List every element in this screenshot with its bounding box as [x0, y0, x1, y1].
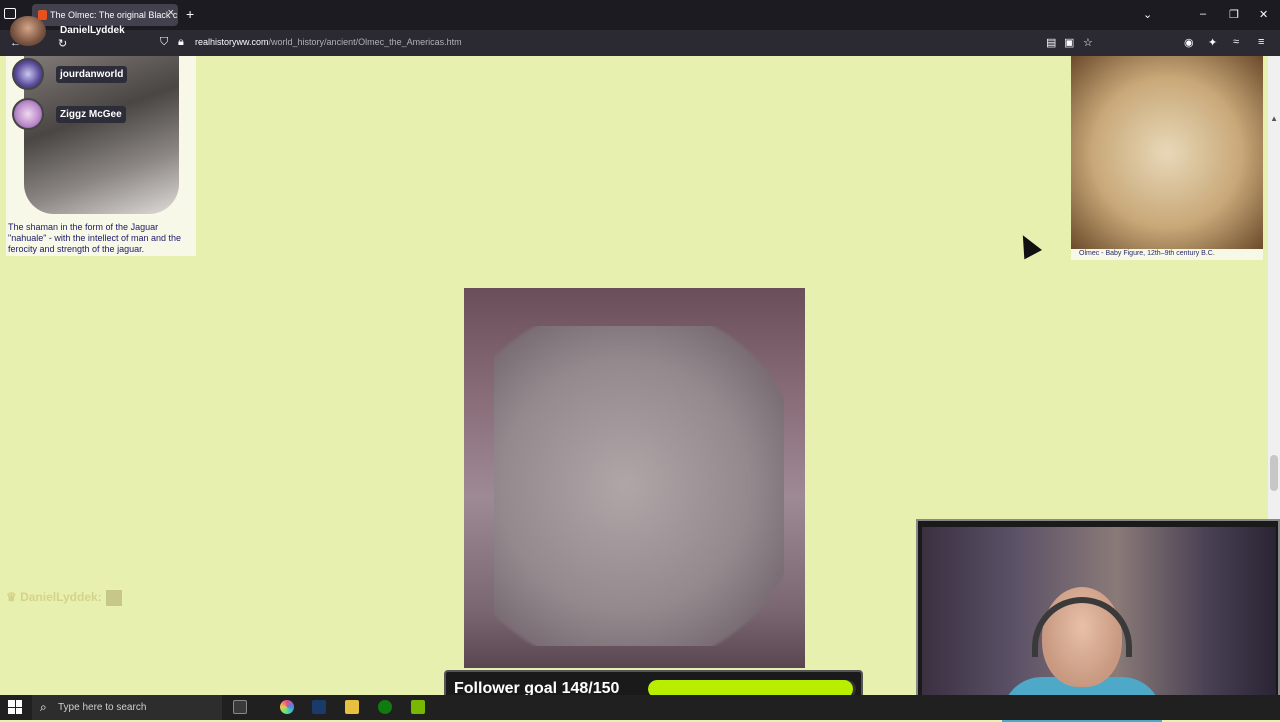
scroll-thumb[interactable] [1270, 455, 1278, 491]
xbox-icon[interactable] [378, 700, 392, 714]
file-explorer-icon[interactable] [345, 700, 359, 714]
faded-chat-line: ♛ DanielLyddek: [6, 590, 122, 606]
windows-taskbar: ⌕ Type here to search [0, 695, 1280, 720]
active-tab[interactable]: The Olmec: The original Black c × [32, 4, 178, 26]
copilot-icon[interactable] [280, 700, 294, 714]
url-domain: realhistoryww.com [195, 37, 269, 47]
extension-icon[interactable]: ≈ [1233, 36, 1239, 48]
task-view-icon[interactable] [233, 700, 247, 714]
chat-avatar [12, 58, 44, 90]
browser-tab-bar: The Olmec: The original Black c × + ⌄ – … [0, 0, 1280, 30]
taskbar-search-box[interactable]: ⌕ Type here to search [32, 695, 222, 720]
stela-carving [494, 326, 784, 646]
search-icon: ⌕ [40, 700, 47, 714]
lock-icon[interactable]: 🔒︎ [178, 36, 184, 49]
baby-figure: Olmec - Baby Figure, 12th–9th century B.… [1071, 56, 1263, 260]
webcam-overlay [916, 519, 1280, 722]
streamer-name: DanielLyddek [60, 25, 125, 36]
taskbar-search-placeholder: Type here to search [58, 702, 147, 713]
headset-icon [1032, 597, 1132, 657]
steam-icon[interactable] [312, 700, 326, 714]
close-tab-icon[interactable]: × [168, 7, 174, 19]
url-path: /world_history/ancient/Olmec_the_America… [268, 37, 462, 47]
reader-view-icon[interactable]: ▤ [1046, 36, 1056, 49]
list-all-tabs-icon[interactable]: ⌄ [1143, 8, 1152, 21]
left-caption: The shaman in the form of the Jaguar "na… [8, 222, 181, 254]
bookmark-star-icon[interactable]: ☆ [1083, 36, 1093, 49]
chat-username: Ziggz McGee [56, 106, 126, 123]
shield-icon[interactable]: ⛉ [160, 36, 168, 49]
tab-list-icon[interactable] [4, 8, 16, 19]
back-icon[interactable]: ← [10, 37, 21, 49]
crown-icon: ♛ [6, 590, 17, 605]
emote-icon [105, 590, 122, 606]
menu-icon[interactable]: ≡ [1258, 36, 1264, 48]
webcam-feed [922, 527, 1276, 722]
extensions-icon[interactable]: ✦ [1208, 36, 1217, 49]
browser-nav-bar: ⛉ 🔒︎ realhistoryww.com/world_history/anc… [0, 30, 1280, 56]
reload-icon[interactable]: ↻ [58, 37, 67, 50]
tab-title: The Olmec: The original Black c [50, 10, 178, 20]
account-icon[interactable]: ◉ [1184, 36, 1194, 49]
minimize-button[interactable]: – [1200, 8, 1206, 20]
right-caption: Olmec - Baby Figure, 12th–9th century B.… [1079, 250, 1215, 257]
close-window-button[interactable]: ✕ [1259, 8, 1268, 21]
olmec-stela-image[interactable] [464, 288, 805, 668]
restore-button[interactable]: ❐ [1229, 8, 1239, 21]
nvidia-icon[interactable] [411, 700, 425, 714]
scroll-up-icon[interactable]: ▲ [1270, 114, 1278, 123]
chat-avatar [12, 98, 44, 130]
address-bar[interactable]: realhistoryww.com/world_history/ancient/… [195, 37, 462, 47]
new-tab-button[interactable]: + [186, 6, 194, 22]
pocket-icon[interactable]: ▣ [1064, 36, 1074, 49]
faded-chat-name: DanielLyddek: [20, 590, 102, 605]
windows-start-icon[interactable] [8, 700, 22, 714]
baby-figure-image[interactable] [1071, 56, 1263, 249]
chat-username: jourdanworld [56, 66, 128, 83]
